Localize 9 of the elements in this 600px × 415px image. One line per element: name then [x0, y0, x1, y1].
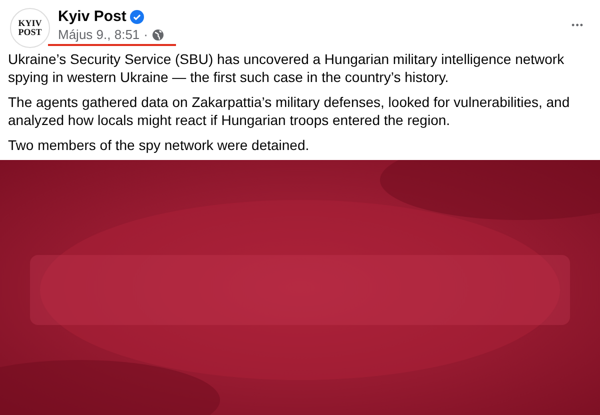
- more-options-button[interactable]: •••: [568, 12, 588, 38]
- globe-icon: [152, 28, 164, 40]
- author-name[interactable]: Kyiv Post: [58, 8, 126, 25]
- timestamp-link[interactable]: Május 9., 8:51: [58, 27, 140, 42]
- avatar-logo[interactable]: KYIV POST: [10, 8, 50, 48]
- post-paragraph: The agents gathered data on Zakarpattia’s military defenses, looked for vulnerabilities, and analyzed how locals might react if Hungarian troops entered the region.: [8, 93, 571, 129]
- post-paragraph: Ukraine’s Security Service (SBU) has uncovered a Hungarian military intelligence network spying in western Ukraine — the first such case in the country’s history.: [8, 50, 566, 86]
- post-paragraph: Two members of the spy network were detained.: [8, 136, 310, 154]
- separator: ·: [144, 27, 148, 42]
